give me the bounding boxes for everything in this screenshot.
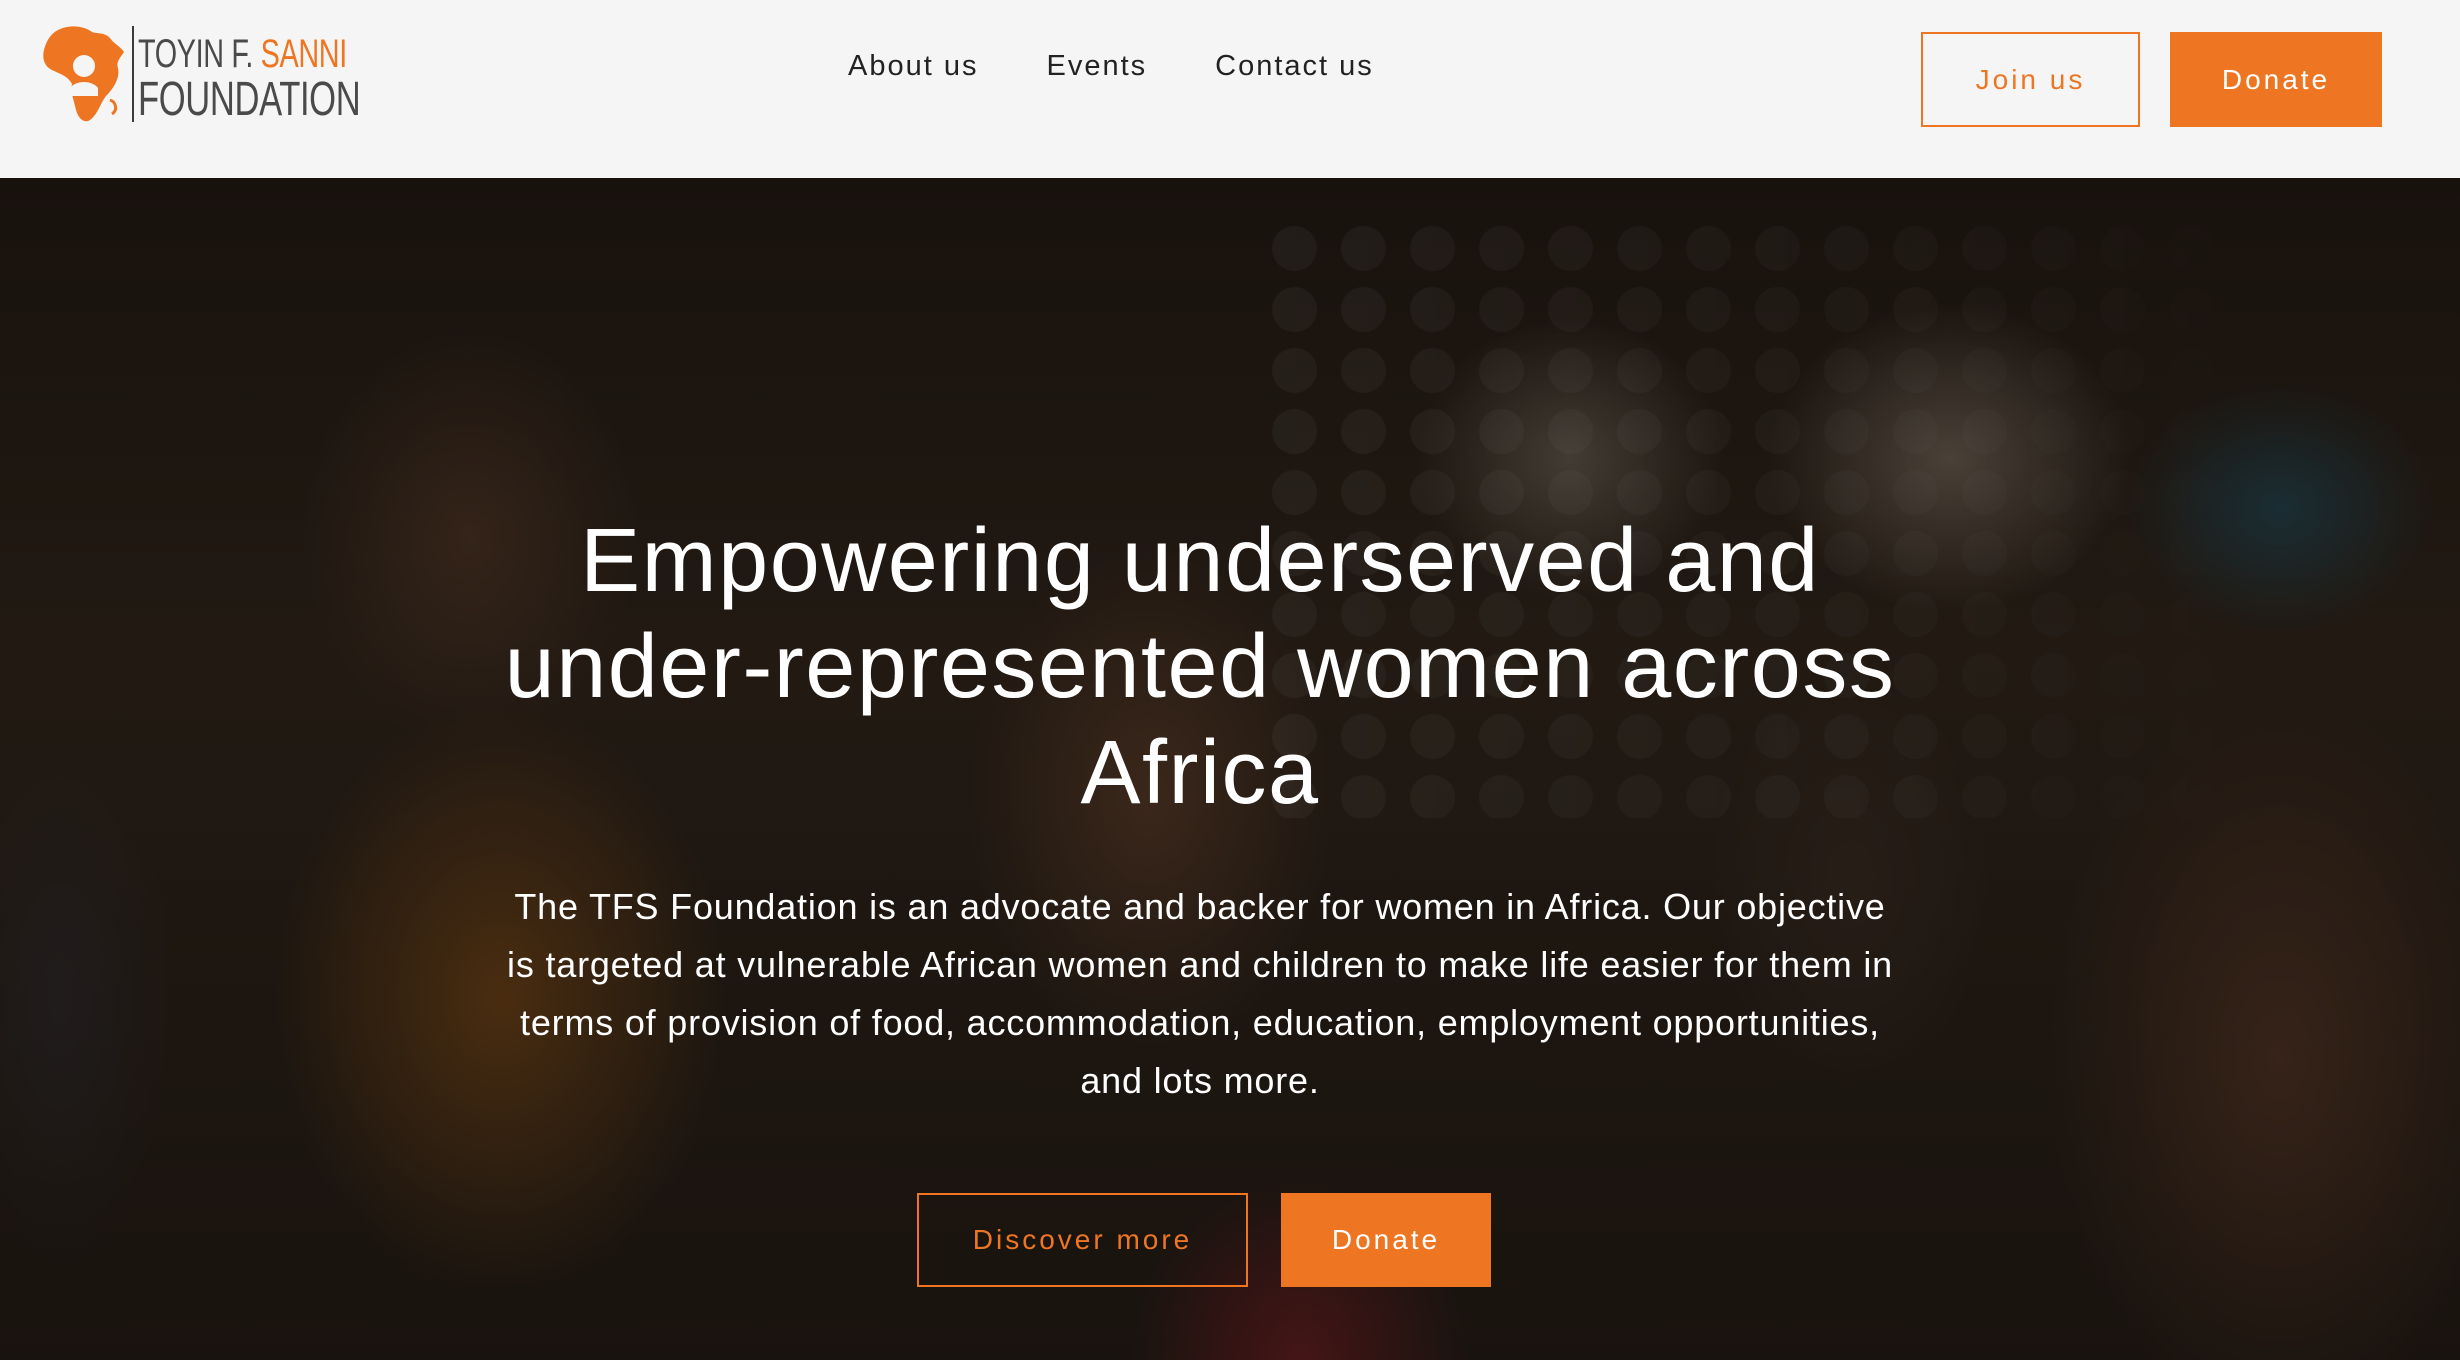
nav-about-us[interactable]: About us <box>848 48 978 84</box>
hero-description: The TFS Foundation is an advocate and ba… <box>507 886 1893 1101</box>
hero-title: Empowering underserved and under-represe… <box>504 511 1896 823</box>
site-header: TOYIN F. SANNI FOUNDATION About us Event… <box>0 0 2460 178</box>
africa-map-icon <box>43 26 124 122</box>
hero-donate-button[interactable]: Donate <box>1281 1193 1491 1287</box>
nav-contact-us[interactable]: Contact us <box>1215 48 1374 84</box>
discover-more-button[interactable]: Discover more <box>917 1193 1248 1287</box>
nav-events[interactable]: Events <box>1046 48 1147 84</box>
logo-divider <box>132 26 134 122</box>
logo-surname: SANNI <box>260 32 348 76</box>
page: TOYIN F. SANNI FOUNDATION About us Event… <box>0 0 2460 1360</box>
logo-foundation: FOUNDATION <box>138 73 361 126</box>
hero-section: Empowering underserved and under-represe… <box>0 178 2460 1360</box>
header-donate-button[interactable]: Donate <box>2170 32 2382 127</box>
foundation-logo[interactable]: TOYIN F. SANNI FOUNDATION <box>40 22 361 126</box>
main-nav: About us Events Contact us <box>848 48 1374 84</box>
logo-wordmark: TOYIN F. SANNI FOUNDATION <box>138 32 361 126</box>
logo-name: TOYIN F. <box>138 32 261 76</box>
join-us-button[interactable]: Join us <box>1921 32 2140 127</box>
